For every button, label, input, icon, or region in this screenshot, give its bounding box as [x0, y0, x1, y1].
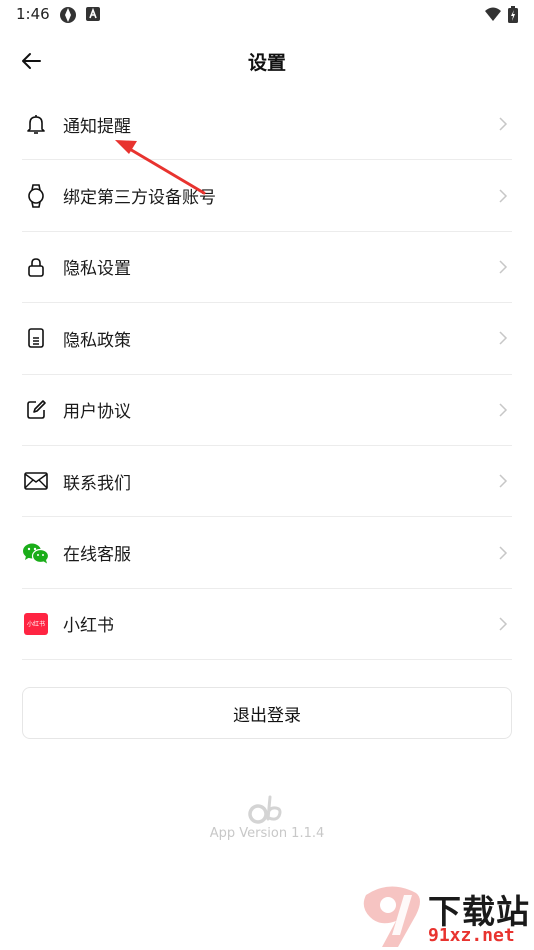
document-icon: [22, 324, 50, 352]
menu-item-privacy-policy[interactable]: 隐私政策: [22, 303, 512, 375]
app-version: App Version 1.1.4: [209, 826, 325, 841]
app-notification-icon: [85, 6, 101, 26]
battery-charging-icon: [508, 6, 518, 27]
menu-item-label: 用户协议: [63, 402, 131, 423]
menu-item-bind-device[interactable]: 绑定第三方设备账号: [22, 160, 512, 232]
chevron-right-icon: [499, 546, 508, 560]
menu-item-xiaohongshu[interactable]: 小红书 小红书: [22, 589, 512, 661]
menu-item-privacy-settings[interactable]: 隐私设置: [22, 232, 512, 304]
watermark: 下载站 91xz.net: [360, 885, 530, 947]
chevron-right-icon: [499, 189, 508, 203]
watermark-url: 91xz.net: [428, 925, 515, 946]
menu-item-label: 联系我们: [63, 473, 131, 494]
mail-icon: [22, 467, 50, 495]
menu-item-label: 通知提醒: [63, 116, 131, 137]
page-title: 设置: [247, 52, 286, 74]
menu-item-contact-us[interactable]: 联系我们: [22, 446, 512, 518]
wechat-icon: [22, 539, 50, 567]
menu-item-label: 在线客服: [63, 545, 131, 566]
menu-item-label: 隐私政策: [63, 330, 131, 351]
settings-menu: 通知提醒 绑定第三方设备账号 隐私设置 隐私政策 用户协议 联系我们 在线客服 …: [22, 89, 512, 661]
chevron-right-icon: [499, 117, 508, 131]
status-bar: 1:46: [0, 0, 534, 28]
chevron-right-icon: [499, 331, 508, 345]
aperture-icon: [59, 6, 77, 28]
menu-item-user-agreement[interactable]: 用户协议: [22, 375, 512, 446]
bell-icon: [22, 110, 50, 138]
lock-icon: [22, 253, 50, 281]
wifi-icon: [484, 6, 502, 26]
smartwatch-icon: [22, 182, 50, 210]
header: 设置: [0, 36, 534, 84]
menu-item-label: 隐私设置: [63, 259, 131, 280]
menu-item-label: 绑定第三方设备账号: [63, 188, 216, 209]
menu-item-label: 小红书: [63, 616, 114, 637]
chevron-right-icon: [499, 403, 508, 417]
xiaohongshu-icon: 小红书: [22, 610, 50, 638]
watermark-logo-icon: [363, 886, 420, 947]
xiaohongshu-icon-text: 小红书: [24, 612, 48, 635]
chevron-right-icon: [499, 260, 508, 274]
edit-icon: [22, 396, 50, 424]
menu-item-notifications[interactable]: 通知提醒: [22, 89, 512, 161]
chevron-right-icon: [499, 617, 508, 631]
status-time: 1:46: [16, 5, 50, 23]
chevron-right-icon: [499, 474, 508, 488]
menu-item-online-service[interactable]: 在线客服: [22, 517, 512, 589]
logout-button[interactable]: 退出登录: [22, 687, 512, 739]
app-logo-icon: [248, 795, 282, 824]
